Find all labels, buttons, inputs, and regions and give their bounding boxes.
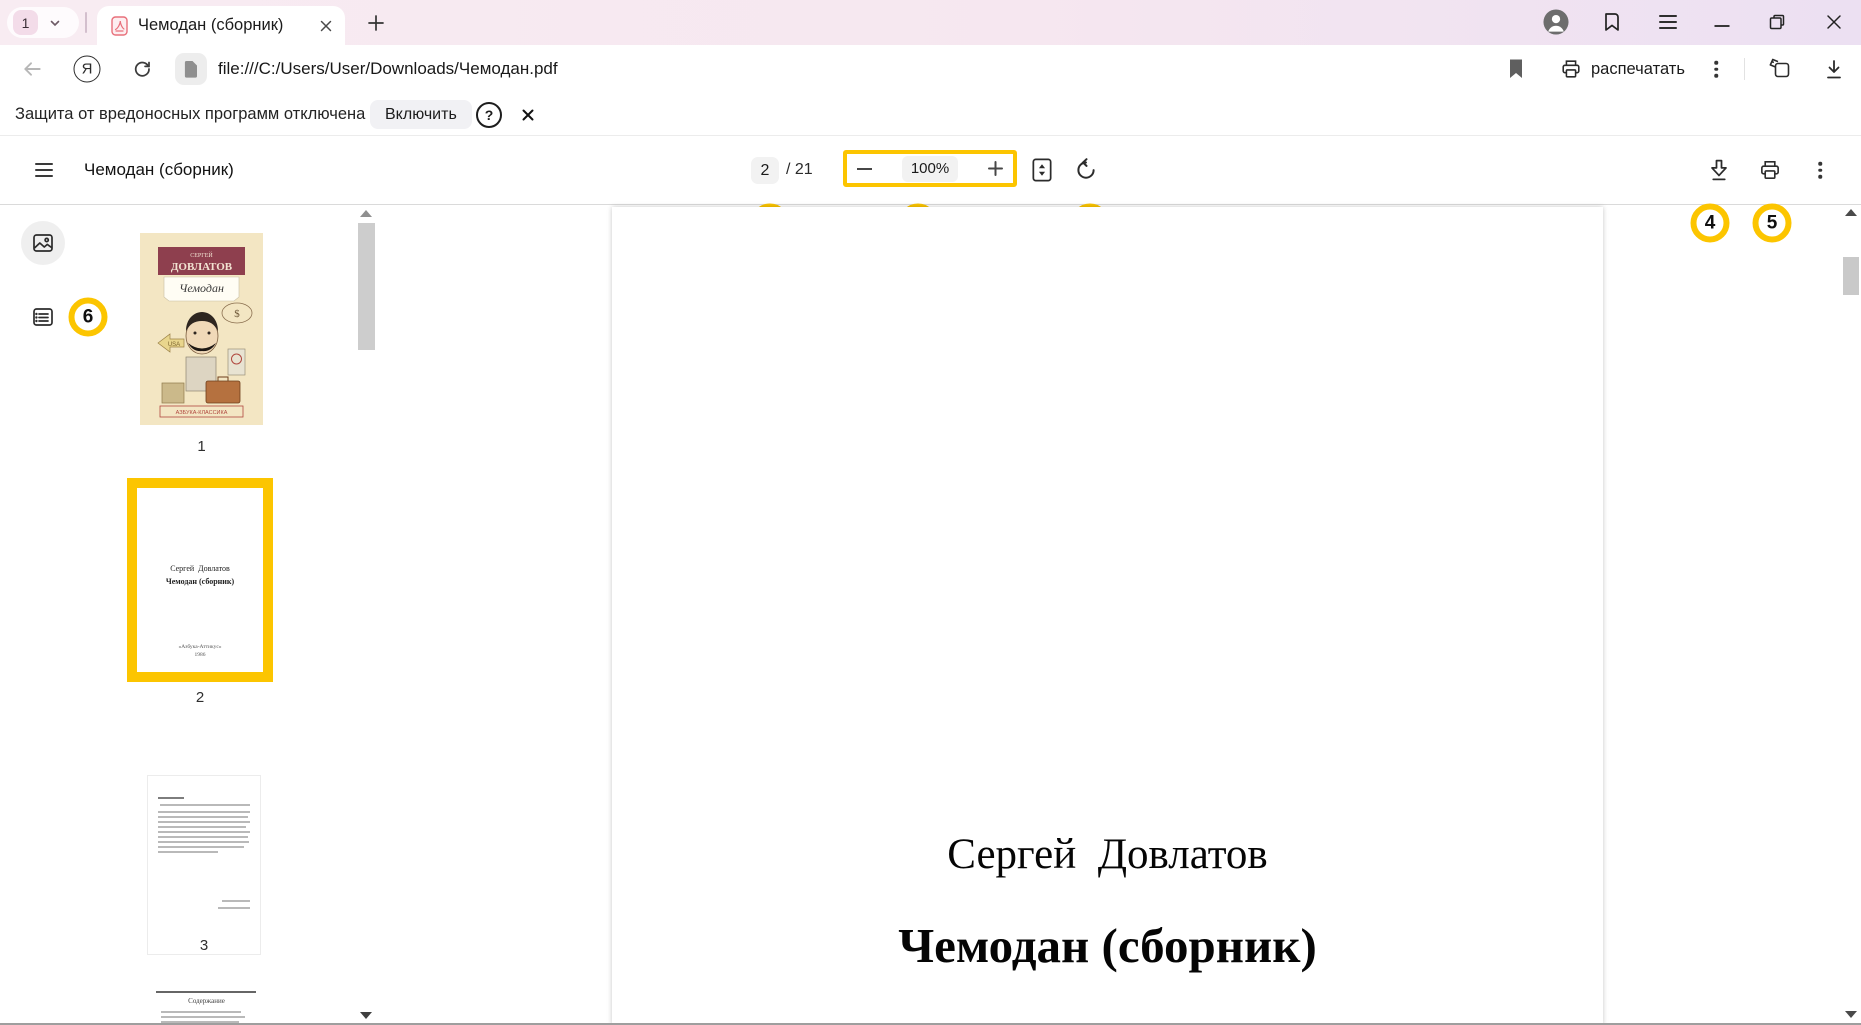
browser-menu-button[interactable] xyxy=(1659,15,1677,29)
main-scroll-down-arrow[interactable] xyxy=(1845,1011,1857,1018)
back-button[interactable] xyxy=(21,58,44,81)
zoom-level-value[interactable]: 100% xyxy=(902,156,958,182)
svg-text:СЕРГЕЙ: СЕРГЕЙ xyxy=(190,251,213,259)
pdf-file-icon xyxy=(111,16,128,36)
menu-icon xyxy=(35,163,53,177)
pdf-document-title: Чемодан (сборник) xyxy=(84,136,234,205)
address-bar: Я file:///C:/Users/User/Downloads/Чемода… xyxy=(0,45,1861,93)
page-count-label: / 21 xyxy=(786,136,813,205)
annotation-circle-5: 5 xyxy=(1753,204,1792,243)
sidebar-toggle-button[interactable] xyxy=(35,163,53,177)
pdf-print-button[interactable] xyxy=(1759,159,1782,182)
reload-button[interactable] xyxy=(132,59,153,80)
zoom-out-button[interactable] xyxy=(857,168,872,170)
list-icon xyxy=(31,305,55,329)
window-minimize-button[interactable] xyxy=(1715,24,1730,28)
svg-text:USA: USA xyxy=(168,342,180,348)
zoom-controls-highlight: 100% xyxy=(843,150,1017,187)
tab-count-badge: 1 xyxy=(13,10,38,35)
yandex-logo-button[interactable]: Я xyxy=(74,56,101,83)
print-button[interactable]: распечатать xyxy=(1560,45,1685,93)
page-number-input[interactable]: 2 xyxy=(751,157,779,184)
rotate-button[interactable] xyxy=(1074,158,1098,182)
warning-message: Защита от вредоносных программ отключена xyxy=(15,93,365,136)
sidebar-scroll-down-arrow[interactable] xyxy=(360,1012,372,1019)
pdf-toolbar: Чемодан (сборник) 2 / 21 100% xyxy=(0,136,1861,205)
document-title: Чемодан (сборник) xyxy=(612,917,1603,974)
thumb2-year: 1986 xyxy=(137,652,263,658)
url-text[interactable]: file:///C:/Users/User/Downloads/Чемодан.… xyxy=(218,45,558,93)
sidebar-scroll-up-arrow[interactable] xyxy=(360,210,372,217)
tab-counter-dropdown[interactable]: 1 xyxy=(7,7,79,38)
tab-close-icon[interactable] xyxy=(320,20,332,32)
svg-text:АЗБУКА-КЛАССИКА: АЗБУКА-КЛАССИКА xyxy=(176,410,228,416)
main-scroll-up-arrow[interactable] xyxy=(1845,209,1857,216)
window-close-button[interactable] xyxy=(1827,15,1842,30)
svg-text:Чемодан: Чемодан xyxy=(179,281,224,295)
thumb2-title: Чемодан (сборник) xyxy=(137,577,263,586)
window-restore-button[interactable] xyxy=(1769,14,1786,31)
thumbnail-page-1[interactable]: СЕРГЕЙ ДОВЛАТОВ Чемодан $ USA АЗБУКА-КЛА… xyxy=(140,233,263,425)
sidebar-scrollbar-thumb[interactable] xyxy=(358,223,375,350)
pdf-download-button[interactable] xyxy=(1709,158,1730,183)
pdf-page-view[interactable]: Сергей Довлатов Чемодан (сборник) xyxy=(612,207,1603,1025)
hamburger-icon xyxy=(1659,15,1677,29)
thumbnail-page-2-selected[interactable]: Сергей Довлатов Чемодан (сборник) «Азбук… xyxy=(127,478,273,682)
svg-text:ДОВЛАТОВ: ДОВЛАТОВ xyxy=(171,261,233,273)
fit-to-page-button[interactable] xyxy=(1030,157,1055,184)
thumbnail-page-3[interactable] xyxy=(148,776,260,954)
page-file-icon[interactable] xyxy=(175,53,207,85)
tab-divider xyxy=(85,12,87,33)
active-tab[interactable]: Чемодан (сборник) xyxy=(97,6,345,45)
profile-avatar[interactable] xyxy=(1543,9,1570,36)
new-tab-button[interactable] xyxy=(368,15,385,32)
thumb2-author: Сергей Довлатов xyxy=(137,564,263,573)
kebab-icon xyxy=(1818,162,1822,179)
thumb2-publisher: «Азбука-Аттикус» xyxy=(137,644,263,650)
pdf-more-menu[interactable] xyxy=(1818,162,1822,179)
thumbnails-view-button[interactable] xyxy=(21,221,65,265)
thumbnail-page-4[interactable]: Содержание xyxy=(153,985,260,1025)
warning-close-icon[interactable] xyxy=(522,109,534,121)
kebab-icon xyxy=(1714,61,1718,78)
browser-window: 1 Чемодан (сборник) xyxy=(0,0,1861,1025)
download-icon[interactable] xyxy=(1824,58,1844,80)
bookmark-added-icon[interactable] xyxy=(1508,59,1524,79)
thumbnail-3-label: 3 xyxy=(148,937,260,954)
outline-view-button[interactable] xyxy=(21,295,65,339)
thumbnail-2-label: 2 xyxy=(127,689,273,706)
annotation-circle-6: 6 xyxy=(69,298,108,337)
tab-bar: 1 Чемодан (сборник) xyxy=(0,0,1861,45)
collections-icon[interactable] xyxy=(1767,58,1792,81)
tab-title: Чемодан (сборник) xyxy=(138,16,310,35)
book-cover-image: СЕРГЕЙ ДОВЛАТОВ Чемодан $ USA АЗБУКА-КЛА… xyxy=(140,233,263,425)
picture-icon xyxy=(31,231,55,255)
main-scrollbar-thumb[interactable] xyxy=(1843,257,1859,295)
enable-protection-button[interactable]: Включить xyxy=(370,100,472,129)
zoom-in-button[interactable] xyxy=(988,161,1003,176)
document-author: Сергей Довлатов xyxy=(612,830,1603,879)
thumbnail-1-label: 1 xyxy=(140,438,263,455)
url-more-menu[interactable] xyxy=(1714,61,1718,78)
svg-text:$: $ xyxy=(234,308,240,320)
printer-icon xyxy=(1560,58,1582,80)
bookmarks-flag-icon[interactable] xyxy=(1602,11,1623,33)
help-icon[interactable]: ? xyxy=(476,102,502,128)
annotation-circle-4: 4 xyxy=(1691,204,1730,243)
thumb4-toc-heading: Содержание xyxy=(153,997,260,1005)
protection-warning-bar: Защита от вредоносных программ отключена… xyxy=(0,93,1861,136)
nav-divider xyxy=(1744,58,1745,80)
print-label: распечатать xyxy=(1591,60,1685,79)
chevron-down-icon xyxy=(48,16,62,30)
